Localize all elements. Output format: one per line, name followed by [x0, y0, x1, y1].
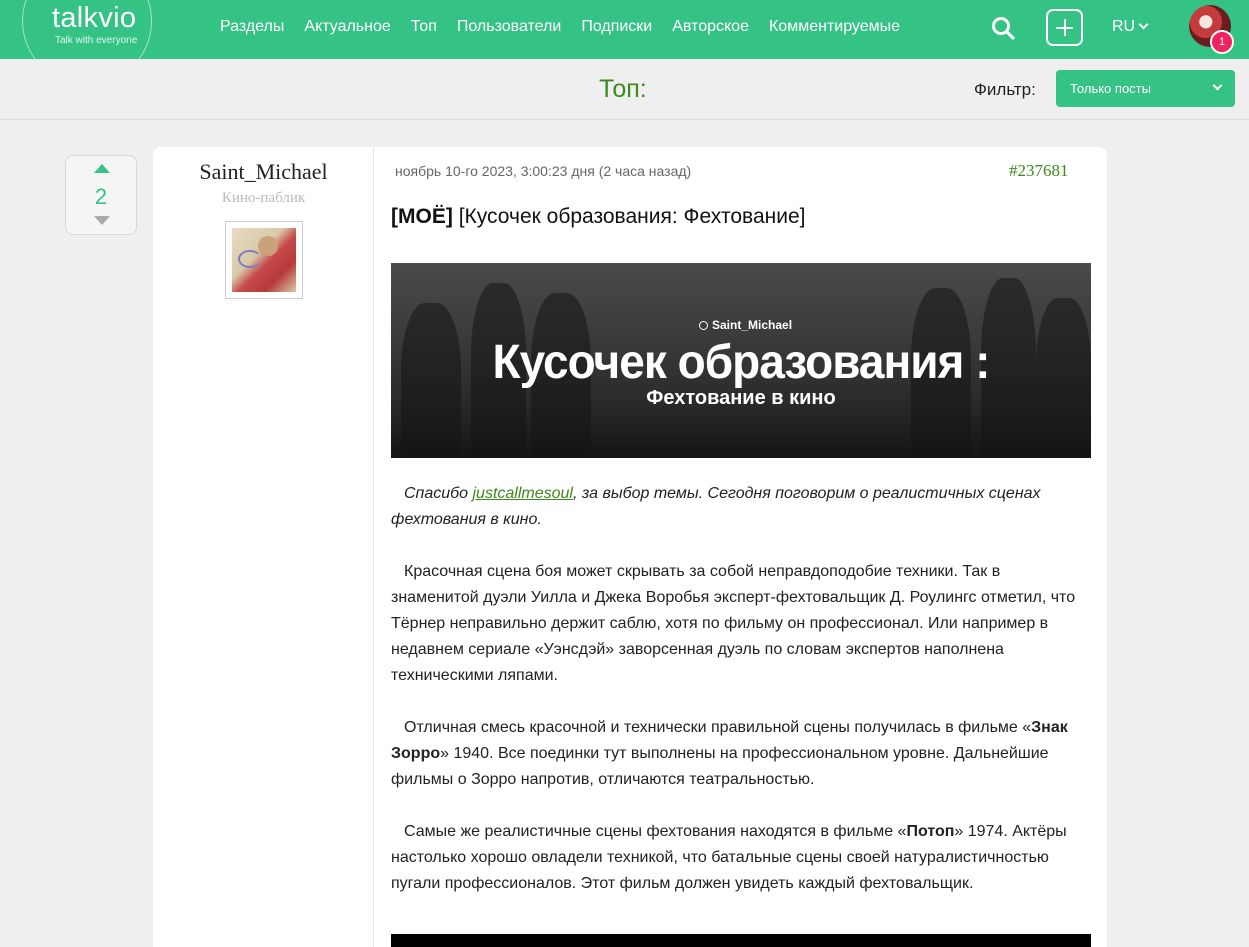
- vote-widget: 2: [65, 155, 137, 235]
- post-card: Saint_Michael Кино-паблик ноябрь 10-го 2…: [153, 147, 1107, 947]
- nav-item-commented[interactable]: Комментируемые: [769, 18, 900, 36]
- banner-credit-text: Saint_Michael: [712, 318, 793, 332]
- page-title: Топ:: [599, 75, 647, 103]
- add-post-button[interactable]: [1046, 9, 1083, 46]
- logo-name: talkvio: [52, 2, 137, 34]
- author-avatar[interactable]: [225, 221, 303, 299]
- author-name[interactable]: Saint_Michael: [153, 159, 374, 185]
- post-video-embed[interactable]: [391, 934, 1091, 947]
- chevron-down-icon: [1138, 19, 1149, 30]
- nav-item-top[interactable]: Топ: [411, 18, 437, 36]
- chevron-down-icon: [1212, 80, 1223, 91]
- banner-credit: Saint_Michael: [699, 318, 792, 332]
- author-avatar-image: [232, 228, 296, 292]
- filter-label: Фильтр:: [974, 80, 1036, 99]
- nav-item-sections[interactable]: Разделы: [220, 18, 284, 36]
- post-paragraph-3: Самые же реалистичные сцены фехтования н…: [391, 819, 1091, 897]
- post-title-text: [Кусочек образования: Фехтование]: [458, 205, 806, 228]
- author-panel: Saint_Michael Кино-паблик: [153, 147, 374, 947]
- post-id-link[interactable]: #237681: [1009, 161, 1069, 181]
- nav-item-authored[interactable]: Авторское: [672, 18, 749, 36]
- page-subheader: Топ: Фильтр: Только посты: [0, 59, 1249, 120]
- site-logo[interactable]: talkvio Talk with everyone: [22, 0, 162, 86]
- logo-tagline: Talk with everyone: [55, 35, 138, 46]
- nav-item-actual[interactable]: Актуальное: [304, 18, 390, 36]
- globe-icon: [699, 321, 708, 330]
- notification-badge[interactable]: 1: [1210, 30, 1234, 54]
- p2-text-before: Отличная смесь красочной и технически пр…: [404, 719, 1032, 736]
- search-icon[interactable]: [990, 15, 1016, 41]
- nav-item-subscriptions[interactable]: Подписки: [581, 18, 652, 36]
- vote-count: 2: [94, 184, 108, 209]
- post-paragraph-2: Отличная смесь красочной и технически пр…: [391, 715, 1091, 793]
- nav-item-users[interactable]: Пользователи: [457, 18, 561, 36]
- banner-title: Кусочек образования :: [492, 333, 991, 389]
- p2-text-after: » 1940. Все поединки тут выполнены на пр…: [391, 745, 1049, 788]
- p3-text-before: Самые же реалистичные сцены фехтования н…: [404, 823, 907, 840]
- language-label: RU: [1112, 18, 1136, 35]
- post-intro-paragraph: Спасибо justcallmesoul, за выбор темы. С…: [391, 481, 1091, 533]
- p3-bold: Потоп: [906, 823, 955, 840]
- filter-select[interactable]: Только посты: [1056, 70, 1235, 107]
- post-banner-image: Saint_Michael Кусочек образования : Фехт…: [391, 263, 1091, 458]
- post-title[interactable]: [МОЁ] [Кусочек образования: Фехтование]: [391, 205, 805, 229]
- author-role: Кино-паблик: [221, 190, 306, 206]
- post-date: ноябрь 10-го 2023, 3:00:23 дня (2 часа н…: [395, 163, 692, 179]
- post-title-tag: [МОЁ]: [391, 205, 453, 228]
- language-selector[interactable]: RU: [1112, 18, 1149, 36]
- downvote-arrow-icon[interactable]: [94, 216, 110, 225]
- intro-user-link[interactable]: justcallmesoul: [473, 485, 573, 502]
- banner-subtitle: Фехтование в кино: [646, 387, 836, 409]
- intro-text-before: Спасибо: [404, 485, 473, 502]
- upvote-arrow-icon[interactable]: [94, 164, 110, 173]
- post-paragraph-1: Красочная сцена боя может скрывать за со…: [391, 563, 1076, 684]
- filter-select-value: Только посты: [1070, 81, 1151, 96]
- top-navbar: talkvio Talk with everyone Разделы Актуа…: [0, 0, 1249, 86]
- main-nav: Разделы Актуальное Топ Пользователи Подп…: [220, 18, 920, 36]
